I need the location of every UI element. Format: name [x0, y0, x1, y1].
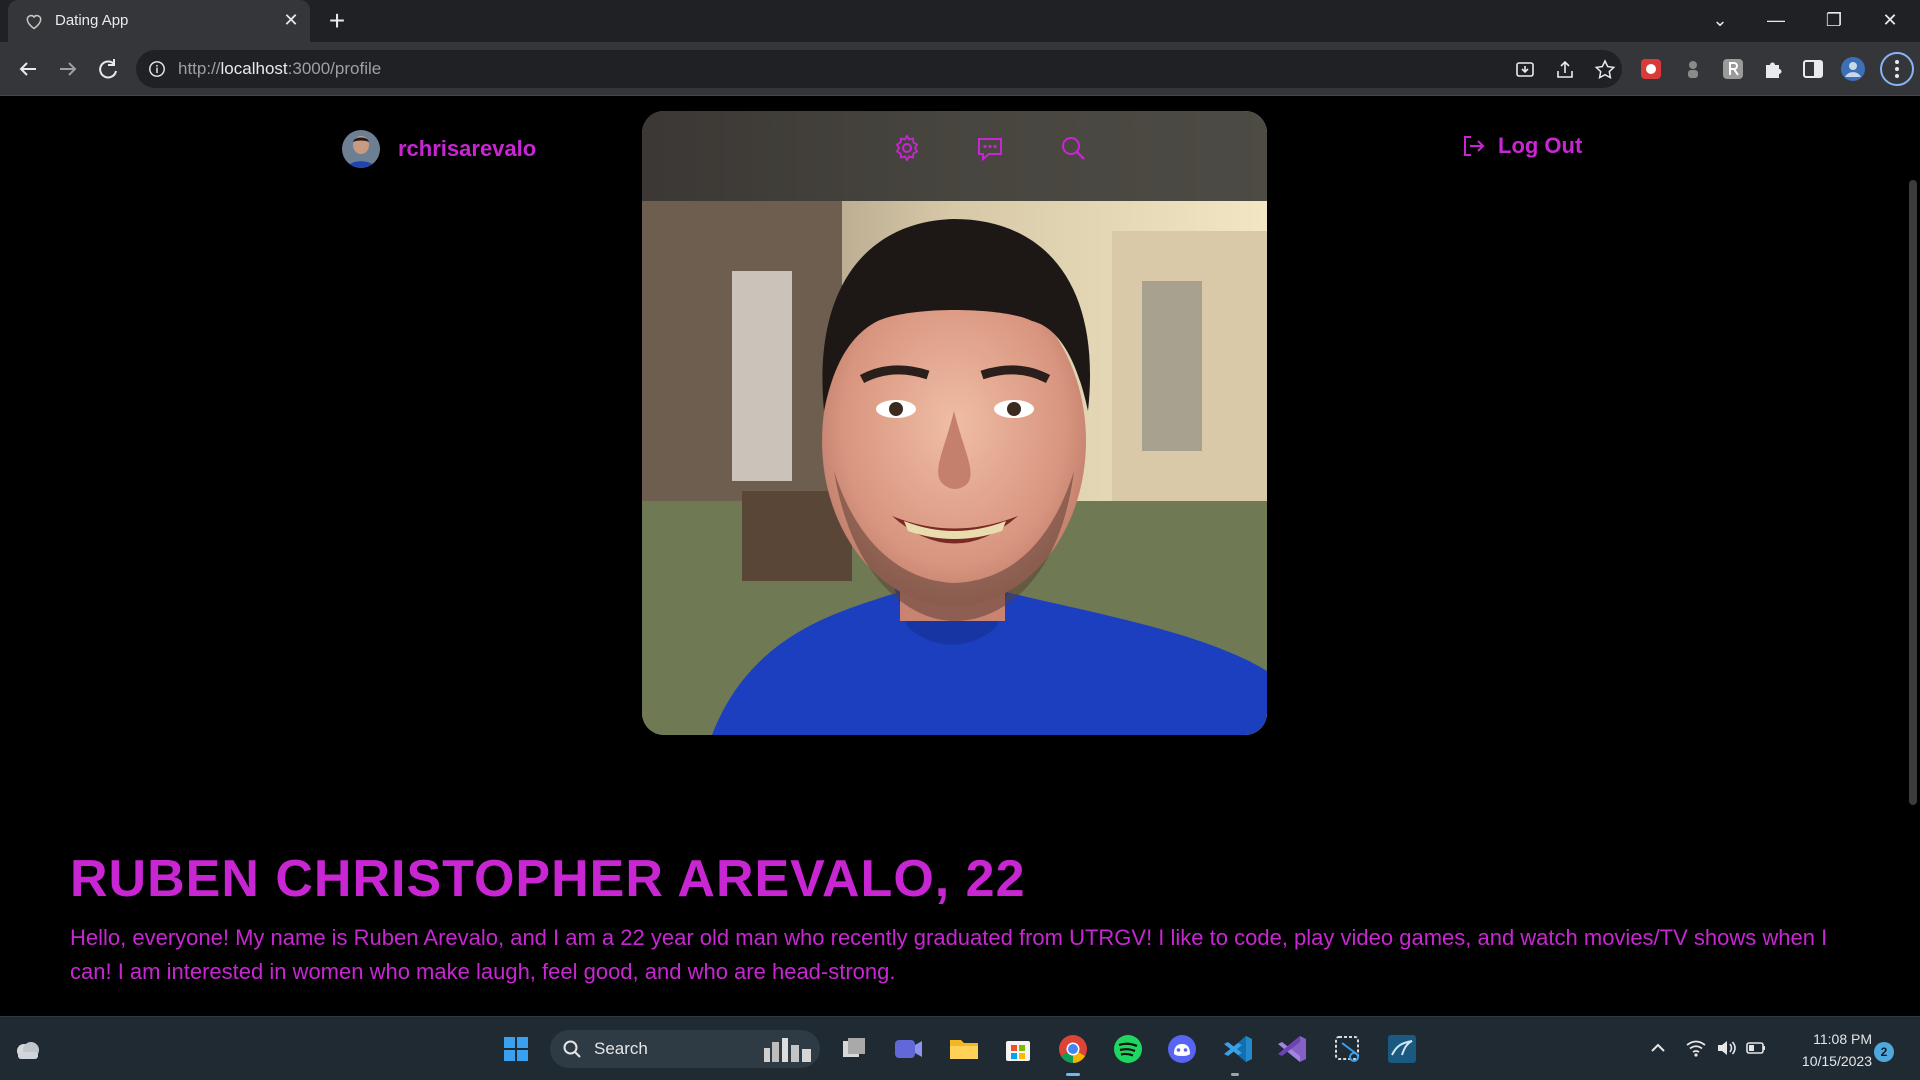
profile-bio: Hello, everyone! My name is Ruben Areval… — [70, 925, 1828, 984]
logout-label: Log Out — [1498, 133, 1583, 158]
username[interactable]: rchrisarevalo — [398, 136, 536, 162]
tab-search-button[interactable]: ⌄ — [1700, 6, 1740, 34]
url-text: http://localhost:3000/profile — [178, 59, 381, 79]
task-view-icon[interactable] — [834, 1029, 874, 1069]
taskbar-search[interactable]: Search — [550, 1030, 820, 1068]
snipping-tool-icon[interactable] — [1328, 1029, 1368, 1069]
tab-close-button[interactable]: ✕ — [280, 9, 302, 31]
search-highlight-icon — [764, 1038, 811, 1062]
menu-kebab-icon[interactable] — [1880, 52, 1914, 86]
profile-card — [642, 111, 1267, 735]
url-host: localhost — [220, 59, 288, 78]
url-path: :3000/profile — [287, 59, 382, 78]
clock-date[interactable]: 10/15/2023 — [1784, 1053, 1872, 1069]
extension-red-icon[interactable] — [1638, 56, 1664, 82]
logout-button[interactable]: Log Out — [1460, 133, 1582, 159]
settings-icon[interactable] — [892, 133, 922, 163]
extensions-puzzle-icon[interactable] — [1760, 56, 1786, 82]
tab-title: Dating App — [55, 12, 129, 29]
spotify-icon[interactable] — [1108, 1029, 1148, 1069]
messages-icon[interactable] — [975, 133, 1005, 163]
taskbar-search-label: Search — [594, 1039, 648, 1058]
close-window-button[interactable]: ✕ — [1870, 6, 1910, 34]
arrow-left-icon — [19, 62, 36, 76]
chevron-up-icon[interactable] — [1647, 1037, 1669, 1059]
back-button[interactable] — [12, 53, 44, 85]
profile-avatar-icon[interactable] — [1840, 56, 1866, 82]
page-scrollbar[interactable] — [1906, 97, 1920, 1016]
arrow-right-icon — [60, 62, 77, 76]
vscode-open-indicator — [1231, 1073, 1239, 1076]
restore-button[interactable]: ❐ — [1814, 6, 1854, 34]
browser-tab[interactable]: Dating App ✕ — [8, 0, 310, 42]
profile-photo — [642, 111, 1267, 735]
browser-toolbar: http://localhost:3000/profile — [0, 42, 1920, 96]
browser-tab-strip: Dating App ✕ + ⌄ — ❐ ✕ — [0, 0, 1920, 42]
visual-studio-icon[interactable] — [1272, 1029, 1312, 1069]
share-icon[interactable] — [1554, 59, 1576, 81]
minimize-button[interactable]: — — [1756, 6, 1796, 34]
profile-name: RUBEN CHRISTOPHER AREVALO, 22 — [70, 850, 1026, 908]
chrome-icon[interactable] — [1053, 1029, 1093, 1069]
teams-meet-icon[interactable] — [888, 1029, 928, 1069]
reload-button[interactable] — [92, 53, 124, 85]
profile-page: rchrisarevalo Log Out RUBEN CHRISTOPHER … — [0, 97, 1920, 1016]
vscode-icon[interactable] — [1218, 1029, 1258, 1069]
extension-gray-icon[interactable] — [1680, 56, 1706, 82]
scrollbar-thumb[interactable] — [1909, 180, 1917, 805]
side-panel-icon[interactable] — [1800, 56, 1826, 82]
current-user[interactable]: rchrisarevalo — [342, 129, 536, 169]
card-navigation — [642, 111, 1267, 201]
url-scheme: http:// — [178, 59, 221, 78]
avatar[interactable] — [342, 130, 380, 168]
reload-icon — [99, 59, 117, 79]
extension-r-icon[interactable] — [1720, 56, 1746, 82]
avatar-image — [342, 130, 380, 168]
discord-icon[interactable] — [1162, 1029, 1202, 1069]
bookmark-star-icon[interactable] — [1594, 59, 1616, 81]
battery-icon[interactable] — [1745, 1037, 1767, 1059]
microsoft-store-icon[interactable] — [998, 1029, 1038, 1069]
volume-icon[interactable] — [1715, 1037, 1737, 1059]
clock-time[interactable]: 11:08 PM — [1784, 1031, 1872, 1047]
search-icon — [563, 1040, 581, 1058]
new-tab-button[interactable]: + — [324, 7, 350, 35]
wifi-icon[interactable] — [1685, 1037, 1707, 1059]
logout-icon — [1464, 136, 1485, 156]
start-windows-icon[interactable] — [496, 1029, 536, 1069]
address-bar[interactable]: http://localhost:3000/profile — [136, 50, 1622, 88]
heart-icon — [26, 14, 42, 30]
install-app-icon[interactable] — [1514, 59, 1536, 81]
search-icon[interactable] — [1058, 133, 1088, 163]
notification-badge[interactable]: 2 — [1874, 1042, 1894, 1062]
taskbar: Search 11:08 PM 10/15/2023 2 — [0, 1016, 1920, 1080]
chrome-active-indicator — [1066, 1073, 1080, 1076]
info-icon — [149, 61, 165, 77]
file-explorer-icon[interactable] — [944, 1029, 984, 1069]
mysql-workbench-icon[interactable] — [1382, 1029, 1422, 1069]
weather-icon[interactable] — [10, 1033, 44, 1067]
forward-button[interactable] — [52, 53, 84, 85]
